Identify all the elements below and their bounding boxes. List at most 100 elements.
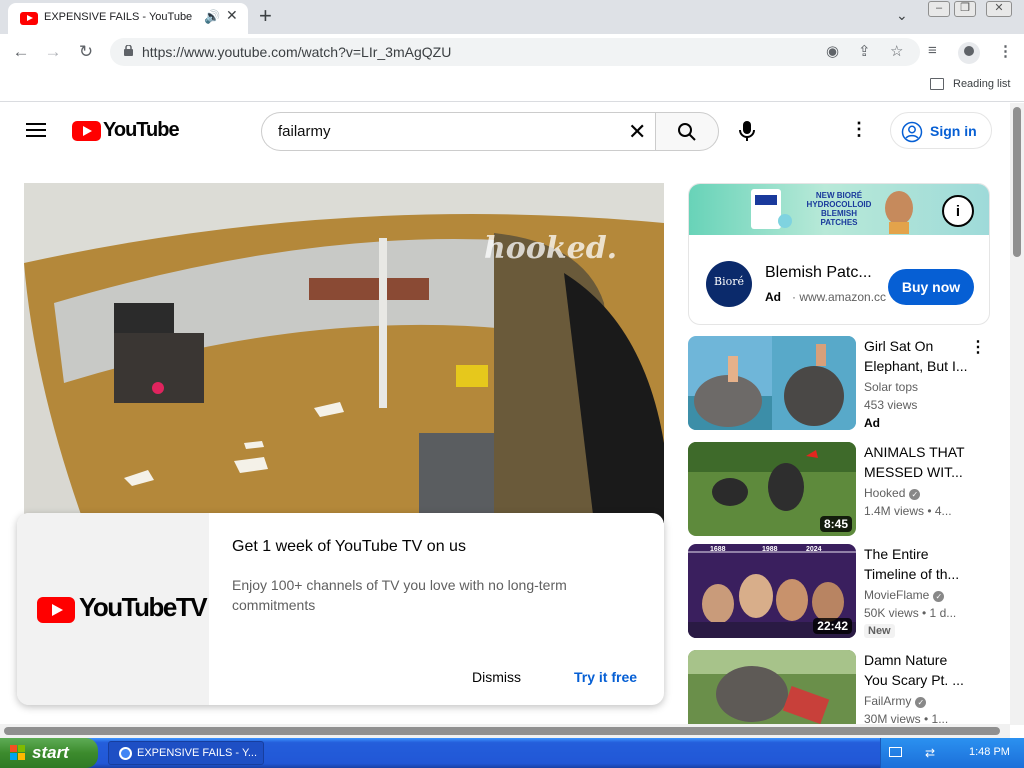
ad-label: Ad xyxy=(765,290,781,304)
start-label: start xyxy=(32,743,69,762)
ad-banner-image[interactable]: NEW BIORÉ HYDROCOLLOID BLEMISH PATCHES i xyxy=(689,184,989,235)
browser-tab[interactable]: EXPENSIVE FAILS - YouTube 🔊 ✕ xyxy=(8,3,248,34)
dismiss-button[interactable]: Dismiss xyxy=(472,669,521,685)
window-close-button[interactable]: ✕ xyxy=(986,1,1012,17)
channel-name[interactable]: MovieFlame xyxy=(864,588,929,602)
start-button[interactable]: start xyxy=(0,738,98,768)
promo-art: YouTubeTV xyxy=(17,513,209,705)
youtube-logo-icon[interactable] xyxy=(72,121,101,141)
recommendation-meta: 1.4M views • 4... xyxy=(864,504,952,518)
horizontal-scrollbar[interactable] xyxy=(0,724,1010,738)
recommendation-channel[interactable]: MovieFlame ✓ xyxy=(864,588,945,602)
recommendation-item[interactable]: Girl Sat On Elephant, But I... Solar top… xyxy=(688,336,998,432)
search-button[interactable] xyxy=(655,112,719,151)
recommendation-title[interactable]: The Entire Timeline of th... xyxy=(864,544,974,584)
lock-icon[interactable] xyxy=(124,45,133,56)
keyboard-icon[interactable] xyxy=(889,747,902,757)
recommendation-thumbnail[interactable]: 1688 1988 2024 22:42 xyxy=(688,544,856,638)
youtube-favicon-icon xyxy=(20,12,38,25)
tab-close-icon[interactable]: ✕ xyxy=(226,7,238,24)
minimize-button[interactable]: – xyxy=(928,1,950,17)
timeline-year-label: 2024 xyxy=(806,546,822,553)
youtube-tv-promo: YouTubeTV Get 1 week of YouTube TV on us… xyxy=(17,513,664,705)
forward-arrow-icon[interactable]: → xyxy=(40,39,66,65)
timeline-year-label: 1988 xyxy=(762,546,778,553)
tab-search-chevron-icon[interactable]: ⌄ xyxy=(896,7,908,24)
vertical-scroll-thumb[interactable] xyxy=(1013,107,1021,257)
sponsored-ad-card[interactable]: NEW BIORÉ HYDROCOLLOID BLEMISH PATCHES i… xyxy=(688,183,990,325)
search-input[interactable]: failarmy ✕ xyxy=(261,112,656,151)
eye-off-icon[interactable]: ◉ xyxy=(826,42,839,60)
more-options-icon[interactable]: ⋮ xyxy=(850,119,868,140)
channel-name[interactable]: Hooked xyxy=(864,486,905,500)
recommendation-meta: 453 views xyxy=(864,398,918,412)
ad-banner-text: NEW BIORÉ HYDROCOLLOID BLEMISH PATCHES xyxy=(806,191,872,227)
bookmark-star-icon[interactable]: ☆ xyxy=(890,42,903,60)
audio-playing-icon[interactable]: 🔊 xyxy=(204,9,220,25)
recommendation-meta: 50K views • 1 d... xyxy=(864,606,957,620)
reading-list-button[interactable]: Reading list xyxy=(953,78,1010,90)
promo-body: Enjoy 100+ channels of TV you love with … xyxy=(232,577,567,613)
ad-model-image xyxy=(885,191,913,234)
recommendation-title[interactable]: ANIMALS THAT MESSED WIT... xyxy=(864,442,974,482)
youtube-tv-logo-icon xyxy=(37,597,75,623)
ad-badge: Ad xyxy=(864,416,880,430)
recommendation-meta: 30M views • 1... xyxy=(864,712,949,724)
recommendation-item[interactable]: 8:45 ANIMALS THAT MESSED WIT... Hooked ✓ … xyxy=(688,442,998,538)
vertical-scrollbar[interactable] xyxy=(1010,103,1024,725)
channel-name[interactable]: FailArmy xyxy=(864,694,911,708)
reading-list-icon[interactable] xyxy=(930,78,944,90)
address-bar[interactable]: https://www.youtube.com/watch?v=LIr_3mAg… xyxy=(110,38,920,66)
advertiser-logo[interactable]: Bioré xyxy=(706,261,752,307)
recommendation-thumbnail[interactable]: 8:45 xyxy=(688,442,856,536)
search-icon xyxy=(678,123,696,141)
buy-now-button[interactable]: Buy now xyxy=(888,269,974,305)
hamburger-menu-icon[interactable] xyxy=(26,123,46,137)
reload-icon[interactable]: ↻ xyxy=(73,39,99,65)
horizontal-scroll-thumb[interactable] xyxy=(4,727,1000,735)
browser-menu-icon[interactable]: ⋮ xyxy=(998,42,1013,60)
recommendation-channel[interactable]: FailArmy ✓ xyxy=(864,694,927,708)
ad-url: · www.amazon.cc xyxy=(792,290,887,304)
verified-check-icon: ✓ xyxy=(909,489,921,500)
recommendation-item[interactable]: 1688 1988 2024 22:42 The Entire Timeline… xyxy=(688,544,998,640)
advertiser-logo-text: Bioré xyxy=(714,275,744,288)
youtube-logo-text[interactable]: YouTube xyxy=(103,119,180,142)
url-text[interactable]: https://www.youtube.com/watch?v=LIr_3mAg… xyxy=(142,44,451,60)
sign-in-label: Sign in xyxy=(930,123,977,139)
ad-info-icon[interactable]: i xyxy=(942,195,974,227)
video-watermark: hooked. xyxy=(484,231,618,266)
clear-search-icon[interactable]: ✕ xyxy=(628,119,646,145)
youtube-masthead: YouTube failarmy ✕ ⋮ Sign in xyxy=(0,103,1010,159)
system-clock[interactable]: 1:48 PM xyxy=(969,746,1010,758)
profile-avatar-icon[interactable] xyxy=(958,42,980,64)
chrome-icon xyxy=(119,747,132,760)
microphone-icon[interactable] xyxy=(732,116,762,146)
recommendation-channel[interactable]: Solar tops xyxy=(864,380,918,394)
taskbar-chrome-window[interactable]: EXPENSIVE FAILS - Y... xyxy=(108,741,264,765)
recommendation-item[interactable]: Damn Nature You Scary Pt. ... FailArmy ✓ … xyxy=(688,650,998,724)
video-player[interactable]: hooked. xyxy=(24,183,664,523)
share-icon[interactable]: ⇪ xyxy=(858,42,871,60)
timeline-year-label: 1688 xyxy=(710,546,726,553)
try-it-free-button[interactable]: Try it free xyxy=(574,669,637,685)
verified-check-icon: ✓ xyxy=(933,591,945,602)
recommendation-menu-icon[interactable]: ⋮ xyxy=(970,337,986,357)
recommendation-thumbnail[interactable] xyxy=(688,650,856,724)
sign-in-button[interactable]: Sign in xyxy=(890,112,992,149)
search-query[interactable]: failarmy xyxy=(278,123,331,140)
recommendation-title[interactable]: Girl Sat On Elephant, But I... xyxy=(864,336,974,376)
recommendation-title[interactable]: Damn Nature You Scary Pt. ... xyxy=(864,650,974,690)
system-tray: ⇄ 1:48 PM xyxy=(880,738,1024,768)
network-icon[interactable]: ⇄ xyxy=(925,746,935,760)
video-duration: 8:45 xyxy=(819,516,852,532)
back-arrow-icon[interactable]: ← xyxy=(8,39,34,65)
recommendation-thumbnail[interactable] xyxy=(688,336,856,430)
new-tab-button[interactable]: + xyxy=(259,3,272,29)
new-badge: New xyxy=(864,624,895,638)
youtube-tv-logo-text: YouTubeTV xyxy=(79,592,208,622)
recommendation-channel[interactable]: Hooked ✓ xyxy=(864,486,921,500)
restore-button[interactable]: ❐ xyxy=(954,1,976,17)
ad-title[interactable]: Blemish Patc... xyxy=(765,264,872,282)
media-queue-icon[interactable]: ≡ xyxy=(928,42,937,59)
